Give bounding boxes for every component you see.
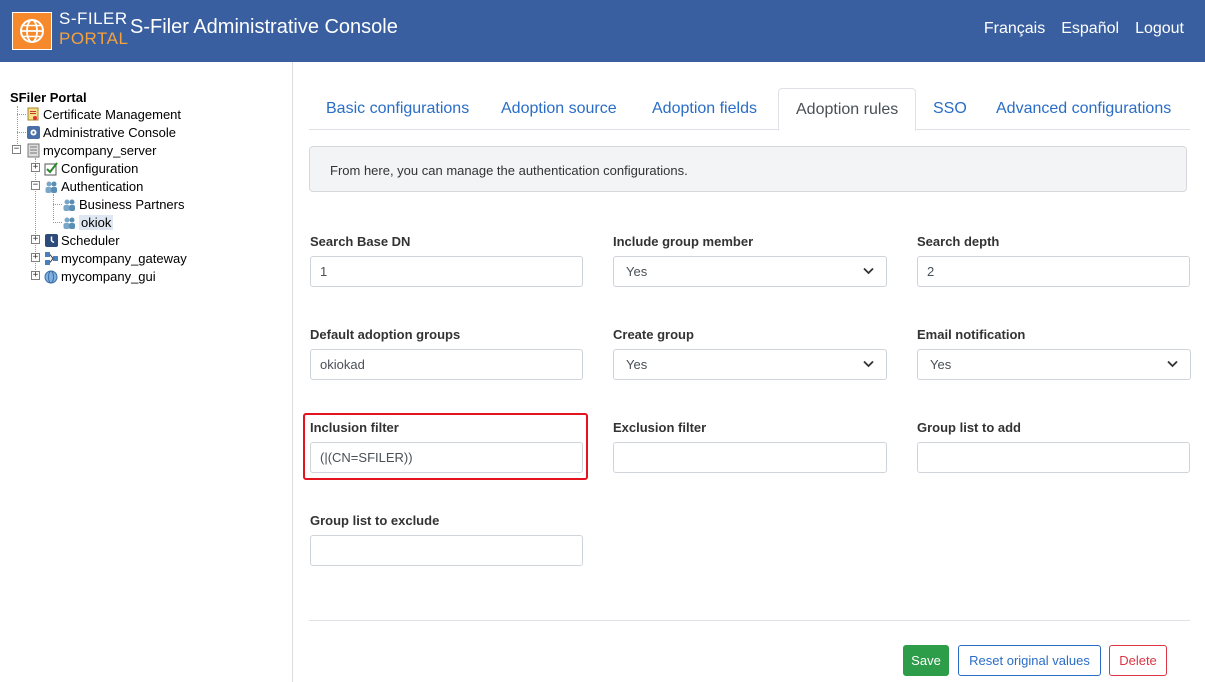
- exclusion-filter-label: Exclusion filter: [613, 420, 707, 435]
- create-group-label: Create group: [613, 327, 694, 342]
- email-notification-select[interactable]: Yes: [917, 349, 1191, 380]
- tree-item-business-partners[interactable]: Business Partners: [62, 197, 185, 212]
- header-nav: Français Español Logout: [984, 20, 1184, 38]
- expand-icon[interactable]: +: [31, 253, 40, 262]
- app-title: S-Filer Administrative Console: [130, 16, 398, 38]
- tree-label: Scheduler: [61, 233, 120, 248]
- logo-line1: S-FILER: [59, 9, 128, 28]
- tree-label: Business Partners: [79, 197, 185, 212]
- tree-label: mycompany_gateway: [61, 251, 187, 266]
- search-base-dn-input[interactable]: 1: [310, 256, 583, 287]
- tree-label: mycompany_server: [43, 143, 157, 158]
- users-icon: [44, 179, 59, 194]
- select-value: Yes: [930, 357, 952, 372]
- delete-button[interactable]: Delete: [1109, 645, 1167, 676]
- email-notification-label: Email notification: [917, 327, 1026, 342]
- tree-item-gateway[interactable]: mycompany_gateway: [44, 251, 187, 266]
- users-icon: [62, 197, 77, 212]
- chevron-down-icon: [1167, 359, 1178, 371]
- globe-icon: [12, 12, 52, 50]
- tree-label: Authentication: [61, 179, 144, 194]
- tab-adoption-rules[interactable]: Adoption rules: [778, 88, 917, 131]
- logo-line2: PORTAL: [59, 29, 129, 48]
- include-group-member-label: Include group member: [613, 234, 754, 249]
- sidebar-tree: SFiler Portal Certificate Management Adm…: [0, 62, 293, 682]
- default-adoption-groups-input[interactable]: okiokad: [310, 349, 583, 380]
- tab-adoption-source[interactable]: Adoption source: [484, 88, 634, 130]
- group-list-to-exclude-label: Group list to exclude: [310, 513, 440, 528]
- collapse-icon[interactable]: −: [12, 145, 21, 154]
- inclusion-filter-input[interactable]: (|(CN=SFILER)): [310, 442, 583, 473]
- checklist-icon: [44, 161, 59, 176]
- expand-icon[interactable]: +: [31, 271, 40, 280]
- inclusion-filter-label: Inclusion filter: [310, 420, 399, 435]
- tree-label: mycompany_gui: [61, 269, 156, 284]
- group-list-to-add-label: Group list to add: [917, 420, 1021, 435]
- expand-icon[interactable]: +: [31, 163, 40, 172]
- tab-sso[interactable]: SSO: [916, 88, 984, 130]
- select-value: Yes: [626, 357, 648, 372]
- save-button[interactable]: Save: [903, 645, 949, 676]
- chevron-down-icon: [863, 266, 874, 278]
- link-francais[interactable]: Français: [984, 20, 1045, 38]
- chevron-down-icon: [863, 359, 874, 371]
- exclusion-filter-input[interactable]: [613, 442, 887, 473]
- tree-label: Administrative Console: [43, 125, 176, 140]
- main-panel: Basic configurations Adoption source Ado…: [293, 62, 1205, 682]
- include-group-member-select[interactable]: Yes: [613, 256, 887, 287]
- users-icon: [62, 215, 77, 230]
- tree-item-authentication[interactable]: Authentication: [44, 179, 143, 194]
- reset-original-values-button[interactable]: Reset original values: [958, 645, 1101, 676]
- tree-item-okiok[interactable]: okiok: [62, 215, 114, 230]
- tree-item-configuration[interactable]: Configuration: [44, 161, 138, 176]
- collapse-icon[interactable]: −: [31, 181, 40, 190]
- tab-adoption-fields[interactable]: Adoption fields: [635, 88, 774, 130]
- select-value: Yes: [626, 264, 648, 279]
- tree-item-certificate-management[interactable]: Certificate Management: [26, 107, 181, 122]
- info-box: From here, you can manage the authentica…: [309, 146, 1187, 192]
- expand-icon[interactable]: +: [31, 235, 40, 244]
- tree-label: Certificate Management: [43, 107, 182, 122]
- search-depth-label: Search depth: [917, 234, 1000, 249]
- network-icon: [44, 251, 59, 266]
- link-logout[interactable]: Logout: [1135, 20, 1184, 38]
- search-base-dn-label: Search Base DN: [310, 234, 411, 249]
- group-list-to-add-input[interactable]: [917, 442, 1190, 473]
- certificate-icon: [26, 107, 41, 122]
- group-list-to-exclude-input[interactable]: [310, 535, 583, 566]
- link-espanol[interactable]: Español: [1061, 20, 1119, 38]
- logo-wordmark: S-FILER PORTAL: [59, 10, 128, 47]
- search-depth-input[interactable]: 2: [917, 256, 1190, 287]
- tab-advanced-configurations[interactable]: Advanced configurations: [979, 88, 1188, 130]
- tree-item-scheduler[interactable]: Scheduler: [44, 233, 120, 248]
- form-divider: [309, 620, 1190, 621]
- app-header: S-FILER PORTAL S-Filer Administrative Co…: [0, 0, 1205, 62]
- tree-label: okiok: [79, 215, 114, 230]
- tab-bar: Basic configurations Adoption source Ado…: [309, 88, 1190, 131]
- tree-root[interactable]: SFiler Portal: [10, 90, 87, 105]
- tree-label: Configuration: [61, 161, 139, 176]
- tab-basic-configurations[interactable]: Basic configurations: [309, 88, 486, 130]
- tree-item-administrative-console[interactable]: Administrative Console: [26, 125, 176, 140]
- tree-item-gui[interactable]: mycompany_gui: [44, 269, 156, 284]
- tree-item-server[interactable]: mycompany_server: [26, 143, 156, 158]
- create-group-select[interactable]: Yes: [613, 349, 887, 380]
- globe-icon: [44, 269, 59, 284]
- default-adoption-groups-label: Default adoption groups: [310, 327, 461, 342]
- server-icon: [26, 143, 41, 158]
- gear-icon: [26, 125, 41, 140]
- clock-icon: [44, 233, 59, 248]
